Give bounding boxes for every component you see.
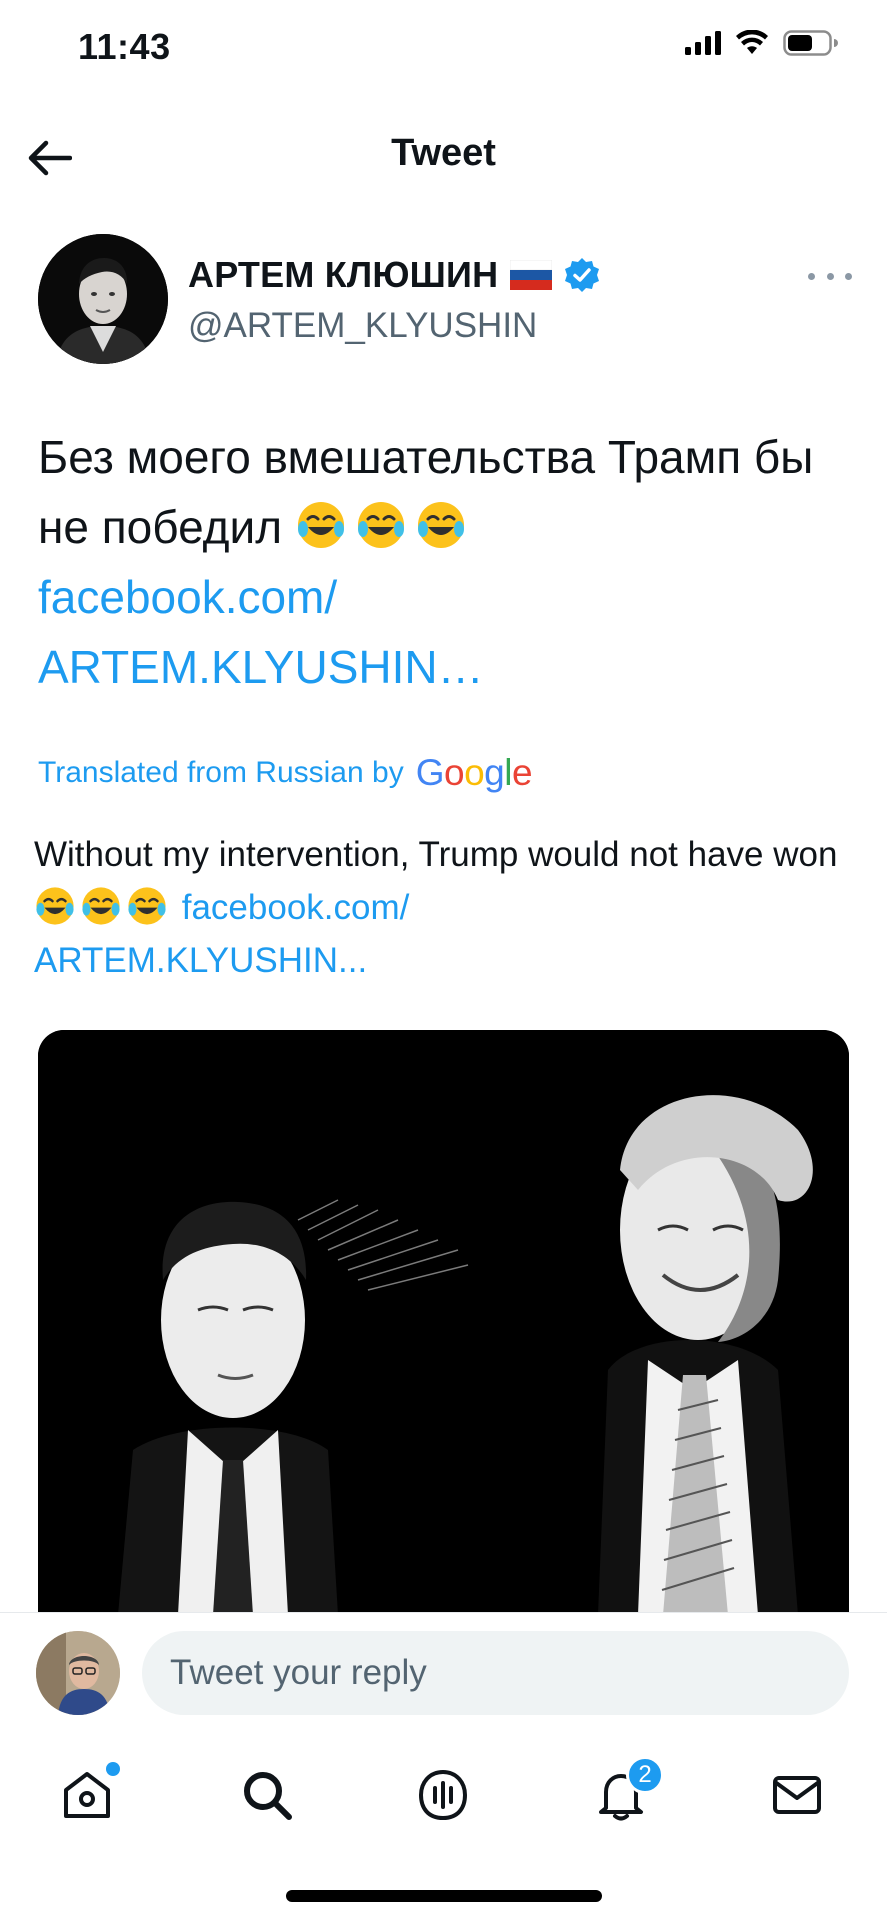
more-dot-icon (845, 272, 852, 280)
google-logo: Google (415, 752, 533, 793)
spaces-microphone-icon (418, 1769, 468, 1821)
more-dot-icon (808, 272, 815, 280)
author-name[interactable]: АРТЕМ КЛЮШИН (188, 254, 498, 296)
author-avatar-image (38, 234, 168, 364)
translated-from-label: Translated from Russian by (38, 756, 404, 789)
translated-link-part2: ARTEM.KLYUSHIN... (34, 941, 368, 980)
user-avatar[interactable] (36, 1631, 120, 1715)
tweet-link[interactable]: facebook.com/ARTEM.KLYUSHIN… (38, 571, 484, 693)
more-options-button[interactable] (808, 264, 852, 288)
reply-input-placeholder: Tweet your reply (170, 1653, 427, 1692)
tweet-text: Без моего вмешательства Трамп бы не побе… (38, 422, 858, 702)
reply-input[interactable]: Tweet your reply (142, 1631, 849, 1715)
translation-label[interactable]: Translated from Russian by Google (38, 752, 533, 794)
more-dot-icon (826, 272, 834, 280)
laughing-emoji-icon (128, 887, 166, 925)
reply-bar: Tweet your reply (0, 1612, 887, 1722)
tweet-link-part1: facebook.com/ (38, 571, 338, 623)
author-handle[interactable]: @ARTEM_KLYUSHIN (188, 306, 537, 346)
page-title: Tweet (391, 132, 496, 174)
tab-spaces[interactable] (408, 1760, 478, 1830)
translated-text: Without my intervention, Trump would not… (34, 828, 864, 987)
nav-bar: Tweet (0, 110, 887, 200)
laughing-emoji-icon (297, 502, 344, 548)
emoji-group (295, 501, 475, 553)
home-indicator[interactable] (286, 1890, 602, 1902)
home-notification-dot (106, 1762, 120, 1776)
tab-search[interactable] (232, 1760, 302, 1830)
mail-icon (773, 1776, 821, 1814)
verified-badge-icon (565, 258, 600, 292)
search-icon (244, 1772, 292, 1820)
status-time: 11:43 (78, 26, 171, 67)
author-name-row: АРТЕМ КЛЮШИН (188, 254, 600, 296)
laughing-emoji-icon (36, 887, 74, 925)
battery-icon (783, 30, 838, 56)
home-icon (64, 1772, 110, 1818)
laughing-emoji-icon (82, 887, 120, 925)
notifications-badge: 2 (626, 1756, 664, 1794)
translated-text-body: Without my intervention, Trump would not… (34, 835, 838, 874)
emoji-group (34, 887, 172, 927)
tab-home[interactable] (52, 1760, 122, 1830)
tweet-media-illustration (38, 1030, 849, 1615)
tweet-link-part2: ARTEM.KLYUSHIN… (38, 641, 484, 693)
user-avatar-image (36, 1631, 120, 1715)
tab-messages[interactable] (762, 1760, 832, 1830)
signal-icon (685, 31, 721, 55)
laughing-emoji-icon (417, 502, 464, 548)
status-bar: 11:43 (0, 0, 887, 100)
bottom-tab-bar: 2 (0, 1730, 887, 1850)
status-icons (685, 30, 839, 56)
wifi-icon (736, 30, 768, 54)
tab-notifications[interactable]: 2 (586, 1756, 664, 1830)
tweet-media-image[interactable] (38, 1030, 849, 1615)
author-avatar[interactable] (38, 234, 168, 364)
laughing-emoji-icon (357, 502, 404, 548)
tweet-author: АРТЕМ КЛЮШИН @ARTEM_KLYUSHIN (38, 234, 858, 366)
russia-flag-icon (510, 260, 553, 290)
translated-link-part1: facebook.com/ (181, 888, 410, 927)
